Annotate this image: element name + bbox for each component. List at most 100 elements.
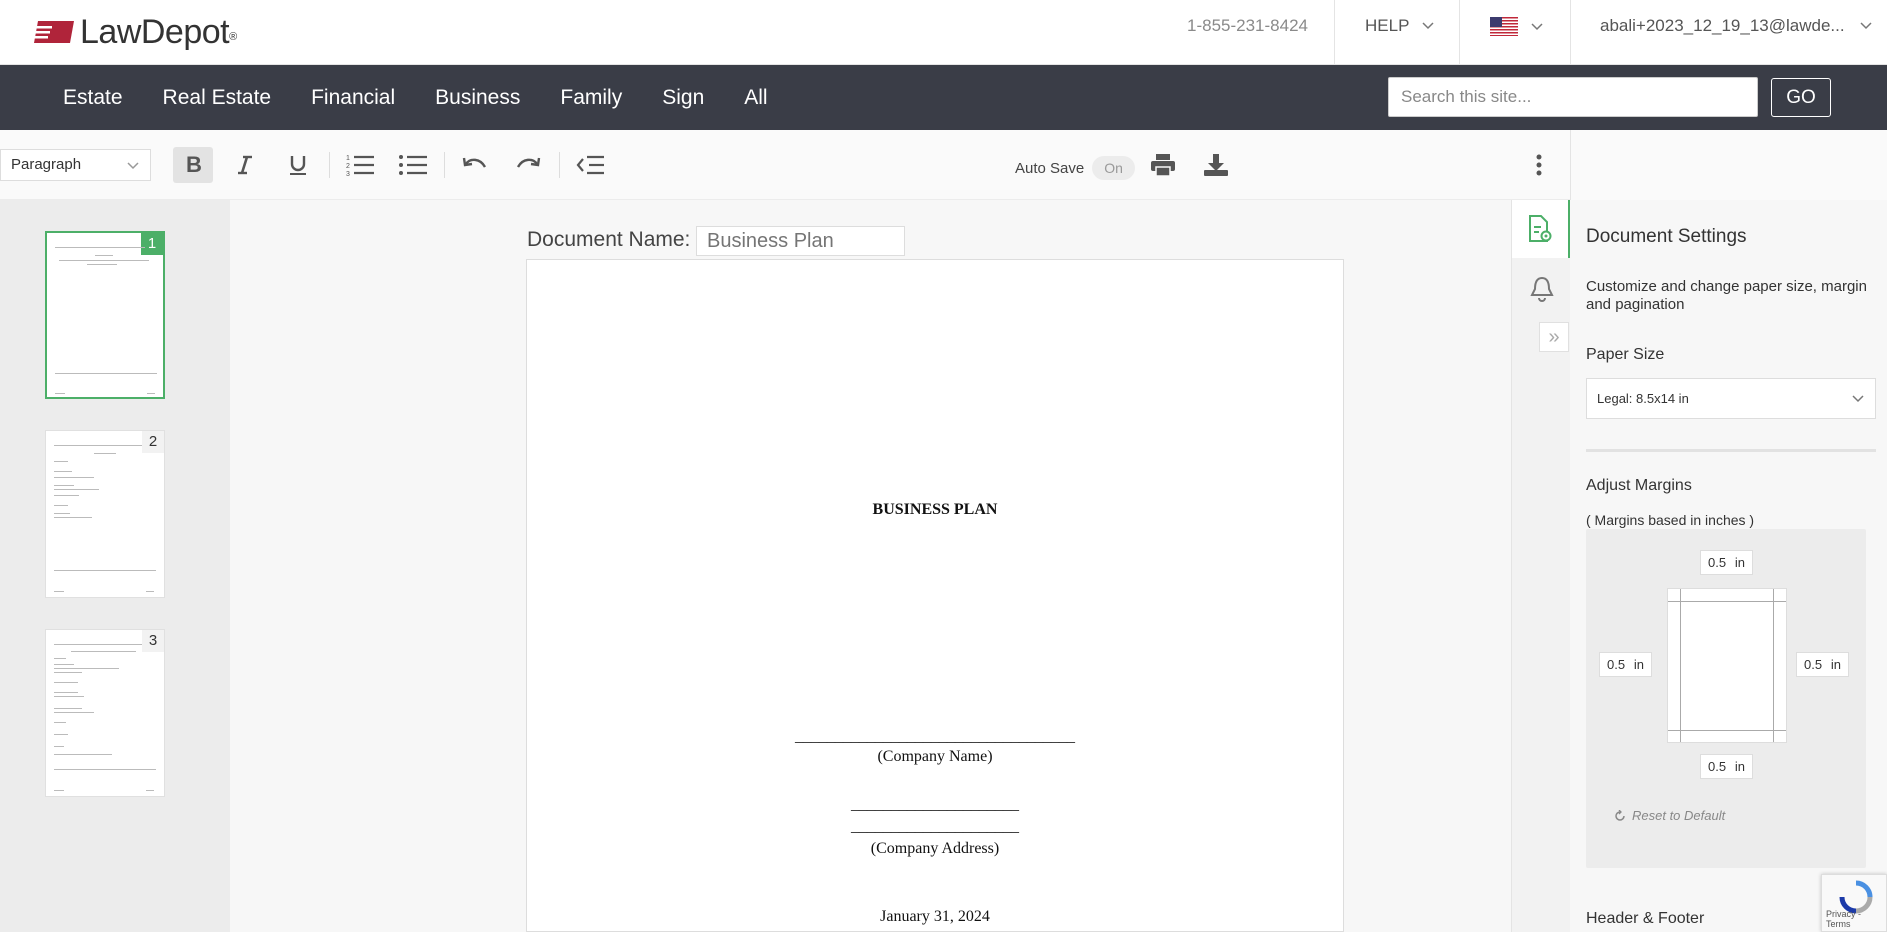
nav-item-all[interactable]: All	[744, 86, 767, 110]
thumbnail-line	[54, 658, 66, 659]
margin-left-input[interactable]: 0.5 in	[1599, 652, 1652, 677]
italic-icon	[238, 155, 252, 175]
recaptcha-privacy-terms[interactable]: Privacy - Terms	[1826, 909, 1886, 929]
chevron-down-icon	[1422, 22, 1434, 30]
paragraph-style-select[interactable]: Paragraph	[0, 149, 151, 181]
document-date: January 31, 2024	[880, 908, 990, 925]
thumbnail-line	[54, 513, 70, 514]
thumbnail-line	[54, 477, 94, 478]
side-panel-tabs: »	[1511, 200, 1571, 932]
thumbnail-line	[54, 708, 82, 709]
header-footer-label[interactable]: Header & Footer	[1586, 910, 1704, 928]
company-address-caption: (Company Address)	[870, 840, 1000, 857]
undo-icon	[462, 157, 487, 168]
thumbnail-line	[54, 495, 79, 496]
thumbnail-line	[54, 722, 66, 723]
bell-icon	[1529, 276, 1554, 302]
nav-item-real-estate[interactable]: Real Estate	[163, 86, 272, 110]
reset-margins-button[interactable]: Reset to Default	[1614, 808, 1725, 823]
tab-document-settings[interactable]	[1512, 200, 1571, 258]
paper-size-select[interactable]: Legal: 8.5x14 in	[1586, 378, 1876, 419]
numbered-list-icon: 1 2 3	[346, 155, 374, 177]
site-search-input[interactable]	[1388, 77, 1758, 117]
company-address-blank: _____________________	[851, 796, 1019, 813]
margin-top-input[interactable]: 0.5 in	[1700, 550, 1753, 575]
thumbnail-line	[54, 712, 94, 713]
page-thumbnail[interactable]: 3	[45, 629, 165, 797]
page-thumbnail-number: 3	[142, 630, 164, 652]
chevron-down-icon	[1531, 22, 1543, 30]
download-icon	[1204, 154, 1228, 176]
tab-notifications[interactable]	[1512, 260, 1571, 318]
nav-item-estate[interactable]: Estate	[63, 86, 123, 110]
redo-icon	[516, 157, 541, 168]
page-thumbnail[interactable]: 1	[45, 231, 165, 399]
document-name-input[interactable]	[696, 226, 905, 256]
settings-description: Customize and change paper size, margin …	[1586, 278, 1867, 313]
printer-icon	[1151, 154, 1175, 177]
search-go-button[interactable]: GO	[1771, 78, 1831, 117]
editor-toolbar: Paragraph B 1 2 3 Auto Save On	[0, 130, 1570, 200]
thumbnail-line	[71, 651, 136, 652]
nav-item-sign[interactable]: Sign	[662, 86, 704, 110]
thumbnail-line	[55, 393, 65, 394]
bullet-list-icon	[399, 155, 427, 175]
autosave-control: Auto Save On	[1015, 156, 1135, 180]
bullet-list-button[interactable]	[393, 147, 433, 183]
thumbnail-line	[54, 591, 64, 592]
bold-button[interactable]: B	[173, 147, 213, 183]
autosave-toggle[interactable]: On	[1092, 156, 1135, 180]
margin-unit: in	[1734, 759, 1745, 774]
more-options-button[interactable]	[1519, 147, 1559, 183]
download-button[interactable]	[1196, 147, 1236, 183]
thumbnail-line	[54, 696, 84, 697]
company-name-caption: (Company Name)	[877, 748, 993, 765]
document-name-label: Document Name:	[527, 228, 691, 251]
margin-top-value: 0.5	[1708, 555, 1727, 570]
underline-icon	[290, 156, 306, 175]
thumbnail-line	[54, 682, 78, 683]
nav-item-business[interactable]: Business	[435, 86, 520, 110]
toolbar-divider	[559, 152, 560, 178]
company-address-blank: _____________________	[851, 818, 1019, 835]
margin-unit: in	[1633, 657, 1644, 672]
margins-editor: 0.5 in 0.5 in 0.5 in 0.5 in Reset to Def…	[1586, 529, 1866, 868]
toolbar-divider	[329, 152, 330, 178]
margin-bottom-value: 0.5	[1708, 759, 1727, 774]
reset-icon	[1615, 809, 1625, 821]
document-page[interactable]: BUSINESS PLAN __________________________…	[526, 259, 1344, 932]
nav-item-financial[interactable]: Financial	[311, 86, 395, 110]
lawdepot-logo[interactable]: LawDepot ®	[30, 12, 237, 52]
thumbnail-line	[54, 746, 64, 747]
margin-guide-line	[1668, 730, 1786, 731]
thumbnail-line	[54, 485, 74, 486]
thumbnail-line	[54, 790, 64, 791]
numbered-list-button[interactable]: 1 2 3	[340, 147, 380, 183]
underline-button[interactable]	[278, 147, 318, 183]
print-button[interactable]	[1143, 147, 1183, 183]
nav-menu: Estate Real Estate Financial Business Fa…	[63, 65, 808, 130]
margin-right-input[interactable]: 0.5 in	[1796, 652, 1849, 677]
italic-button[interactable]	[225, 147, 265, 183]
logo-text: LawDepot	[80, 12, 230, 51]
nav-item-family[interactable]: Family	[560, 86, 622, 110]
country-selector[interactable]	[1490, 17, 1544, 36]
thumbnail-line	[94, 453, 116, 454]
paper-size-label: Paper Size	[1586, 346, 1665, 363]
header-divider	[1570, 0, 1571, 65]
thumbnail-line	[54, 769, 156, 770]
thumbnail-line	[54, 471, 72, 472]
help-menu[interactable]: HELP	[1365, 16, 1435, 36]
phone-number[interactable]: 1-855-231-8424	[1187, 16, 1308, 36]
outdent-button[interactable]	[570, 147, 610, 183]
collapse-panel-button[interactable]: »	[1539, 322, 1569, 352]
thumbnail-line	[146, 790, 154, 791]
chevron-down-icon	[1860, 22, 1872, 30]
thumbnail-line	[95, 255, 113, 256]
recaptcha-badge[interactable]: Privacy - Terms	[1821, 874, 1887, 932]
margin-bottom-input[interactable]: 0.5 in	[1700, 754, 1753, 779]
redo-button[interactable]	[508, 147, 548, 183]
undo-button[interactable]	[455, 147, 495, 183]
user-account-menu[interactable]: abali+2023_12_19_13@lawde...	[1600, 16, 1873, 36]
page-thumbnail[interactable]: 2	[45, 430, 165, 598]
